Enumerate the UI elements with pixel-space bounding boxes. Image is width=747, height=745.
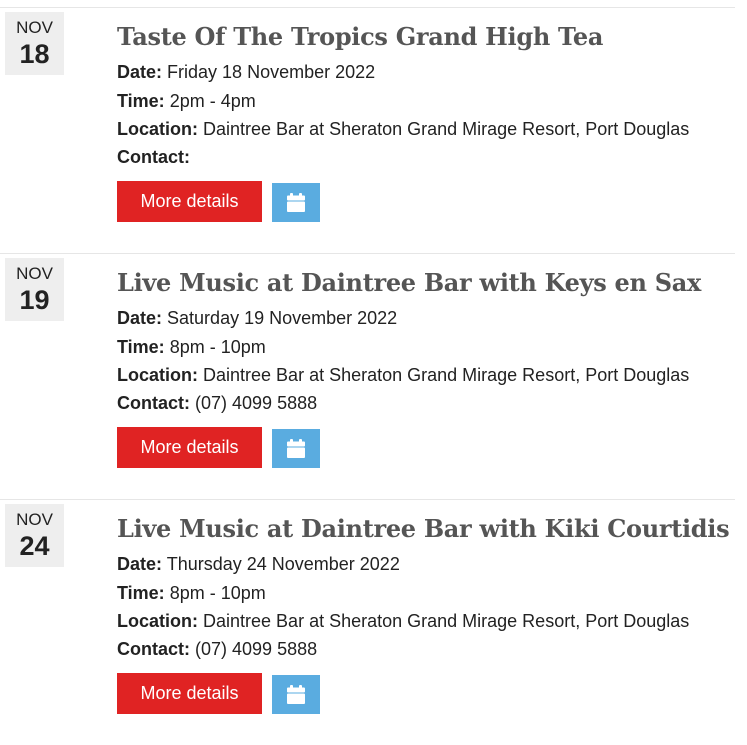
calendar-icon	[287, 685, 305, 704]
add-to-calendar-button[interactable]	[272, 675, 320, 714]
date-value: Thursday 24 November 2022	[166, 554, 400, 574]
calendar-icon	[287, 439, 305, 458]
event-time-line: Time: 2pm - 4pm	[117, 90, 256, 112]
event-item: NOV 19 Live Music at Daintree Bar with K…	[0, 253, 735, 499]
calendar-icon	[287, 193, 305, 212]
event-title[interactable]: Live Music at Daintree Bar with Kiki Cou…	[117, 513, 730, 545]
contact-label: Contact:	[117, 639, 190, 659]
date-value: Friday 18 November 2022	[167, 62, 376, 82]
contact-label: Contact:	[117, 393, 190, 413]
event-divider	[0, 7, 735, 8]
event-location-line: Location: Daintree Bar at Sheraton Grand…	[117, 610, 689, 632]
location-value: Daintree Bar at Sheraton Grand Mirage Re…	[203, 611, 690, 631]
more-details-button[interactable]: More details	[117, 181, 262, 222]
event-contact-line: Contact: (07) 4099 5888	[117, 392, 317, 414]
contact-label: Contact:	[117, 147, 190, 167]
event-item: NOV 18 Taste Of The Tropics Grand High T…	[0, 7, 735, 253]
event-time-line: Time: 8pm - 10pm	[117, 582, 266, 604]
more-details-button[interactable]: More details	[117, 427, 262, 468]
event-divider	[0, 499, 735, 500]
location-value: Daintree Bar at Sheraton Grand Mirage Re…	[203, 365, 690, 385]
time-label: Time:	[117, 91, 165, 111]
time-label: Time:	[117, 337, 165, 357]
event-location-line: Location: Daintree Bar at Sheraton Grand…	[117, 118, 689, 140]
event-contact-line: Contact: (07) 4099 5888	[117, 638, 317, 660]
event-day: 19	[19, 285, 50, 315]
event-date-line: Date: Thursday 24 November 2022	[117, 553, 400, 575]
event-date-badge: NOV 24	[5, 504, 64, 567]
event-date-badge: NOV 18	[5, 12, 64, 75]
event-item: NOV 24 Live Music at Daintree Bar with K…	[0, 499, 735, 745]
event-date-line: Date: Saturday 19 November 2022	[117, 307, 397, 329]
event-day: 24	[19, 531, 50, 561]
contact-value: (07) 4099 5888	[195, 393, 318, 413]
event-day: 18	[19, 39, 50, 69]
event-title[interactable]: Live Music at Daintree Bar with Keys en …	[117, 267, 727, 299]
time-value: 2pm - 4pm	[169, 91, 256, 111]
add-to-calendar-button[interactable]	[272, 183, 320, 222]
location-label: Location:	[117, 611, 198, 631]
location-label: Location:	[117, 119, 198, 139]
time-label: Time:	[117, 583, 165, 603]
date-label: Date:	[117, 62, 163, 82]
contact-value: (07) 4099 5888	[195, 639, 318, 659]
event-month: NOV	[16, 264, 53, 283]
event-contact-line: Contact:	[117, 146, 190, 168]
add-to-calendar-button[interactable]	[272, 429, 320, 468]
time-value: 8pm - 10pm	[169, 337, 266, 357]
event-month: NOV	[16, 18, 53, 37]
event-title[interactable]: Taste Of The Tropics Grand High Tea	[117, 21, 727, 53]
event-date-badge: NOV 19	[5, 258, 64, 321]
more-details-button[interactable]: More details	[117, 673, 262, 714]
date-value: Saturday 19 November 2022	[167, 308, 398, 328]
location-label: Location:	[117, 365, 198, 385]
event-time-line: Time: 8pm - 10pm	[117, 336, 266, 358]
event-location-line: Location: Daintree Bar at Sheraton Grand…	[117, 364, 689, 386]
event-divider	[0, 253, 735, 254]
event-month: NOV	[16, 510, 53, 529]
date-label: Date:	[117, 308, 163, 328]
date-label: Date:	[117, 554, 163, 574]
time-value: 8pm - 10pm	[169, 583, 266, 603]
location-value: Daintree Bar at Sheraton Grand Mirage Re…	[203, 119, 690, 139]
event-date-line: Date: Friday 18 November 2022	[117, 61, 375, 83]
